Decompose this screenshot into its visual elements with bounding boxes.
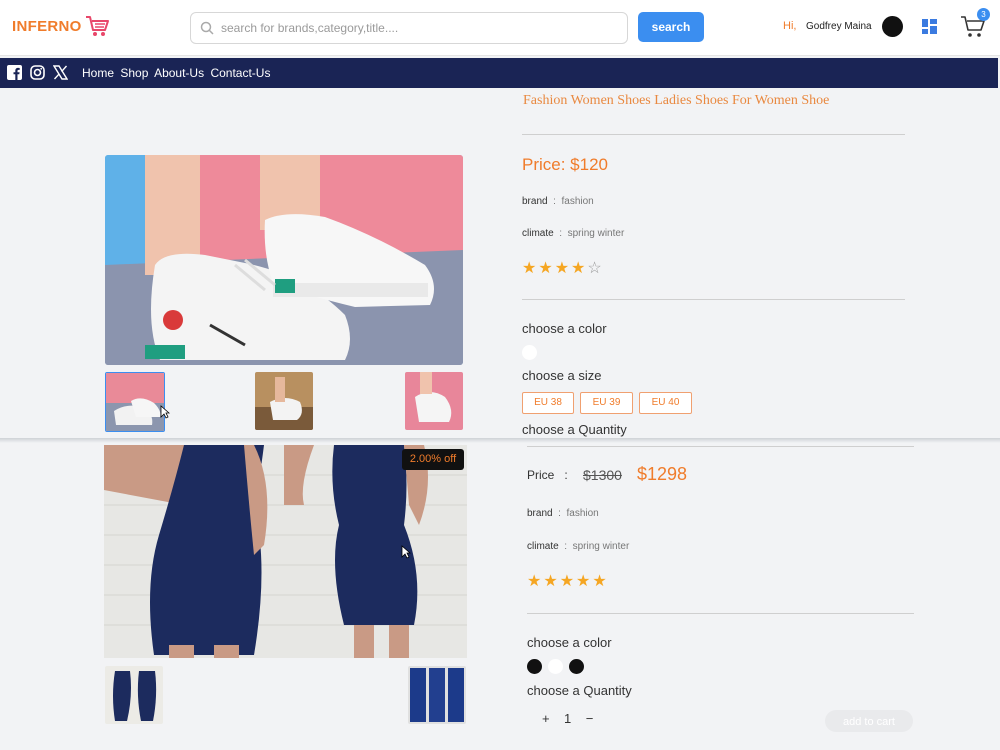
- choose-quantity-label: choose a Quantity: [522, 422, 627, 437]
- product-main-image-dress: [104, 445, 467, 658]
- old-price: $1300: [583, 467, 622, 483]
- brand-label: brand: [527, 508, 553, 519]
- climate-row: climate : spring winter: [527, 541, 630, 552]
- dashboard-icon[interactable]: [922, 19, 937, 34]
- color-swatch-black-2[interactable]: [569, 659, 584, 674]
- climate-value: spring winter: [572, 541, 630, 552]
- color-swatch-white[interactable]: [548, 659, 563, 674]
- climate-row: climate : spring winter: [522, 228, 625, 239]
- x-icon[interactable]: [53, 65, 68, 80]
- nav-shop[interactable]: Shop: [120, 66, 148, 80]
- brand-label: brand: [522, 196, 548, 207]
- thumbnail-dress-2[interactable]: [408, 666, 466, 724]
- brand-value: fashion: [561, 196, 594, 207]
- nav-bar: Home Shop About-Us Contact-Us: [0, 58, 998, 88]
- brand-logo[interactable]: INFERNO: [12, 18, 82, 35]
- choose-color-label: choose a color: [522, 321, 607, 336]
- greeting-text: Hi,: [783, 20, 797, 32]
- new-price: $1298: [637, 464, 688, 484]
- nav-about[interactable]: About-Us: [154, 66, 204, 80]
- size-option-eu38[interactable]: EU 38: [522, 392, 574, 414]
- star-full-icon: ★★★★: [522, 260, 588, 277]
- product-price: Price: $120: [522, 155, 608, 174]
- app-window: INFERNO search Hi, Godfrey Maina: [0, 0, 1000, 750]
- search-box: [190, 12, 628, 44]
- thumbnail-dress-1[interactable]: [105, 666, 163, 724]
- choose-color-label: choose a color: [527, 635, 612, 650]
- rating-stars: ★★★★★: [527, 571, 609, 591]
- product-main-image: [105, 155, 463, 365]
- color-swatch-white[interactable]: [522, 345, 537, 360]
- search-input[interactable]: [219, 18, 618, 38]
- thumbnail-1[interactable]: [105, 372, 165, 432]
- color-swatch-black[interactable]: [527, 659, 542, 674]
- brand-row: brand : fashion: [522, 196, 594, 207]
- mouse-cursor: [160, 405, 170, 419]
- choose-size-label: choose a size: [522, 368, 602, 383]
- logo-cart-icon: [86, 16, 109, 36]
- mouse-cursor: [401, 545, 411, 559]
- add-to-cart-button[interactable]: add to cart: [825, 710, 913, 732]
- climate-label: climate: [527, 541, 559, 552]
- cart-count-badge: 3: [977, 8, 990, 21]
- climate-value: spring winter: [567, 228, 625, 239]
- divider: [522, 299, 905, 300]
- facebook-icon[interactable]: [7, 65, 22, 80]
- price-label: Price :: [527, 468, 568, 482]
- nav-contact[interactable]: Contact-Us: [210, 66, 270, 80]
- search-icon: [200, 21, 214, 35]
- star-full-icon: ★★★★★: [527, 573, 609, 590]
- product-title: Fashion Women Shoes Ladies Shoes For Wom…: [523, 93, 830, 108]
- star-empty-icon: ☆: [587, 260, 604, 277]
- nav-links: Home Shop About-Us Contact-Us: [82, 66, 273, 80]
- quantity-decrease-button[interactable]: −: [586, 711, 594, 726]
- user-name[interactable]: Godfrey Maina: [806, 21, 872, 32]
- thumbnail-2[interactable]: [255, 372, 313, 430]
- size-option-eu39[interactable]: EU 39: [580, 392, 633, 414]
- search-button[interactable]: search: [638, 12, 704, 42]
- discount-badge: 2.00% off: [402, 449, 464, 470]
- quantity-increase-button[interactable]: +: [542, 711, 550, 726]
- screenshot-seam: [0, 438, 1000, 443]
- top-header: INFERNO search Hi, Godfrey Maina: [0, 0, 1000, 56]
- divider: [527, 613, 914, 614]
- size-option-eu40[interactable]: EU 40: [639, 392, 692, 414]
- divider: [527, 446, 914, 447]
- rating-stars: ★★★★☆: [522, 258, 604, 278]
- climate-label: climate: [522, 228, 554, 239]
- quantity-stepper: + 1 −: [542, 711, 593, 726]
- brand-row: brand : fashion: [527, 508, 599, 519]
- thumbnail-3[interactable]: [405, 372, 463, 430]
- quantity-value: 1: [564, 711, 572, 726]
- choose-quantity-label: choose a Quantity: [527, 683, 632, 698]
- nav-home[interactable]: Home: [82, 66, 114, 80]
- brand-value: fashion: [566, 508, 599, 519]
- divider: [522, 134, 905, 135]
- instagram-icon[interactable]: [30, 65, 45, 80]
- avatar[interactable]: [882, 16, 903, 37]
